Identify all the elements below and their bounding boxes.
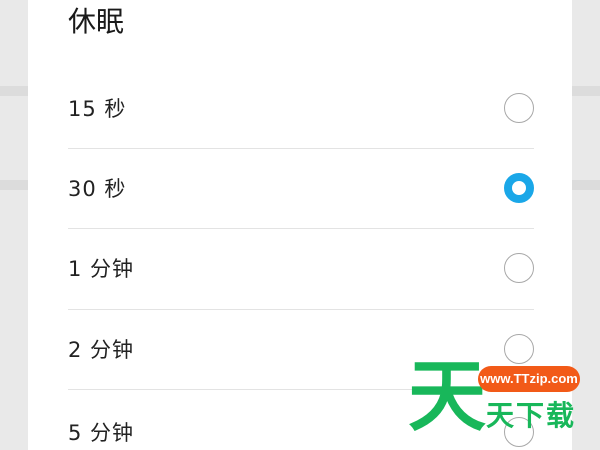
option-label: 15 秒 [68,97,127,121]
option-30-seconds[interactable]: 30 秒 [68,148,534,228]
option-label: 5 分钟 [68,421,135,445]
watermark-text: 天下载 [486,399,577,432]
radio-button-selected[interactable] [504,173,534,203]
option-label: 30 秒 [68,177,127,201]
radio-button[interactable] [504,93,534,123]
watermark-logo: 天 www.TTzip.com 天下载 [408,358,600,450]
option-1-minute[interactable]: 1 分钟 [68,228,534,308]
option-label: 2 分钟 [68,338,135,362]
radio-button[interactable] [504,253,534,283]
option-label: 1 分钟 [68,257,135,281]
watermark-url: www.TTzip.com [478,366,580,392]
option-15-seconds[interactable]: 15 秒 [68,68,534,148]
watermark-glyph: 天 [408,352,487,442]
dialog-title: 休眠 [68,5,125,38]
